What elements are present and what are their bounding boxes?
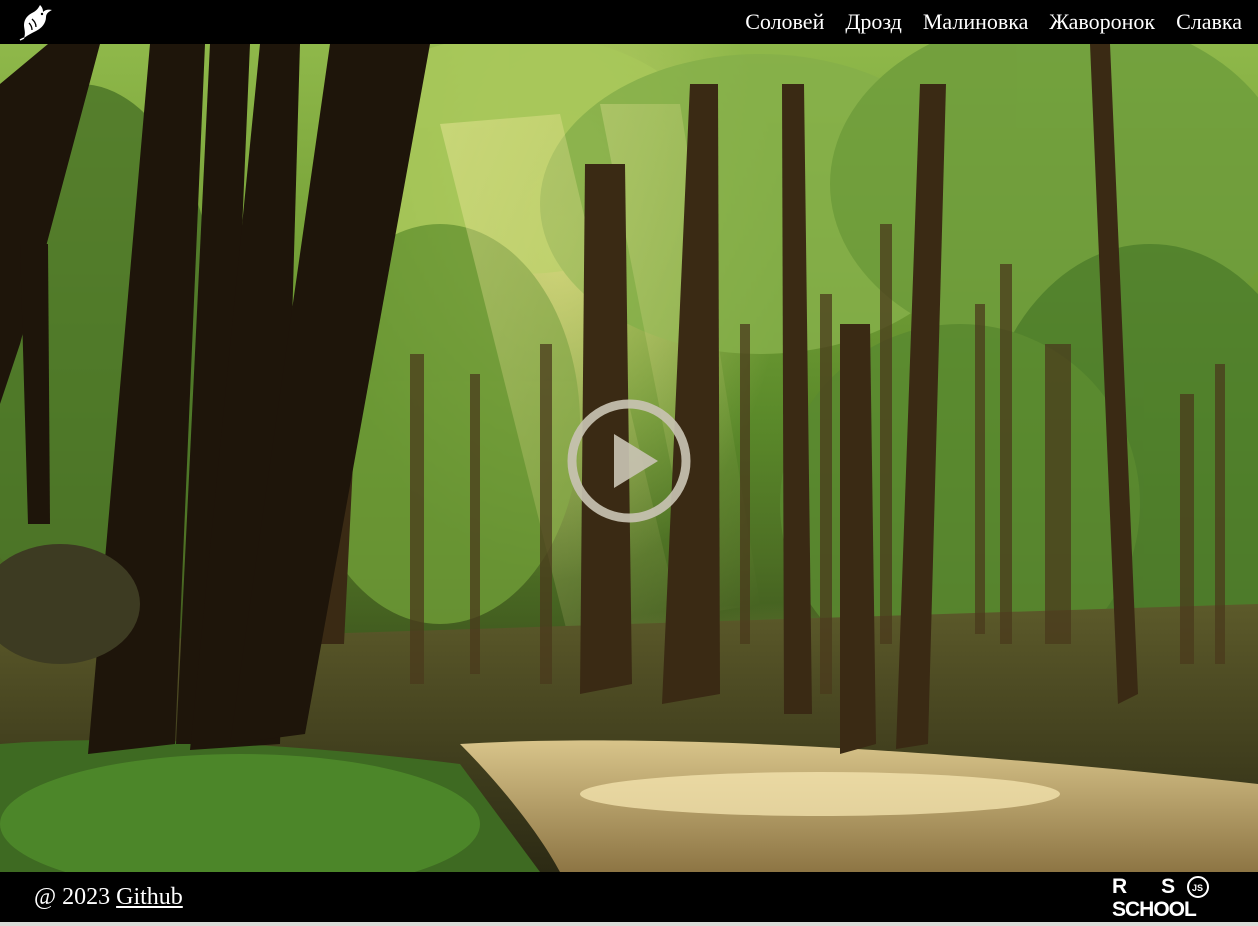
copyright: @ 2023 Github [34, 884, 183, 911]
footer: @ 2023 Github RS JS SCHOOL [0, 872, 1258, 922]
nav-item-malinovka[interactable]: Малиновка [923, 0, 1029, 44]
copyright-text: @ 2023 [34, 883, 111, 910]
rs-school-logo[interactable]: RS JS SCHOOL [1112, 875, 1228, 921]
js-badge: JS [1192, 883, 1203, 893]
rs-logo-line2: SCHOOL [1112, 898, 1197, 919]
play-icon [567, 399, 691, 523]
page: Соловей Дрозд Малиновка Жаворонок Славка [0, 0, 1258, 926]
main-nav: Соловей Дрозд Малиновка Жаворонок Славка [724, 0, 1242, 44]
nav-item-zhavoronok[interactable]: Жаворонок [1049, 0, 1155, 44]
nav-item-drozd[interactable]: Дрозд [845, 0, 902, 44]
play-button[interactable] [566, 398, 692, 524]
forest-background-image [0, 44, 1258, 872]
github-link[interactable]: Github [116, 884, 183, 910]
bird-logo-icon[interactable] [16, 2, 56, 42]
header: Соловей Дрозд Малиновка Жаворонок Славка [0, 0, 1258, 44]
bottom-strip [0, 922, 1258, 926]
nav-item-solovey[interactable]: Соловей [745, 0, 824, 44]
nav-item-slavka[interactable]: Славка [1176, 0, 1242, 44]
